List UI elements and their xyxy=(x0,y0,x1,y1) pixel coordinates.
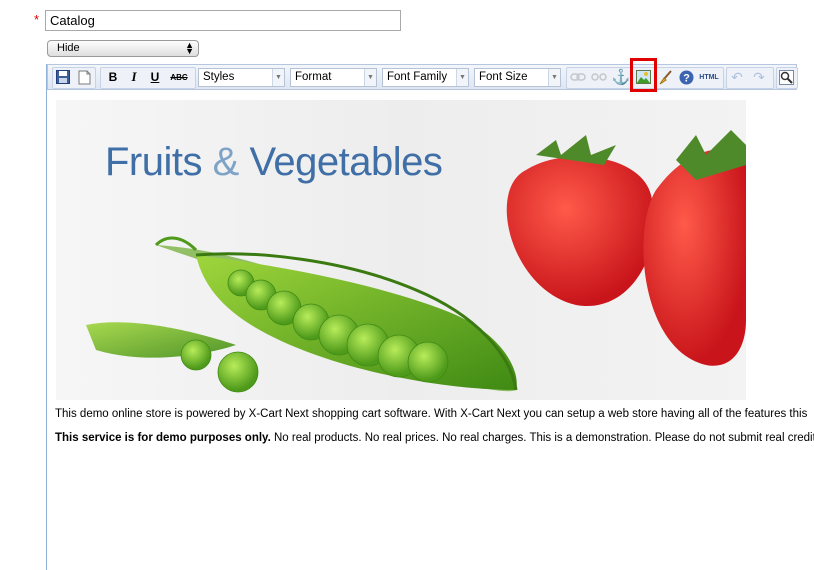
demo-notice-bold: This service is for demo purposes only. xyxy=(55,432,271,444)
new-document-icon xyxy=(78,70,90,84)
anchor-button[interactable]: ⚓ xyxy=(611,68,631,86)
image-icon xyxy=(635,70,651,84)
undo-button[interactable]: ↶ xyxy=(728,68,746,86)
chevron-down-icon: ▼ xyxy=(272,69,284,86)
banner-word-fruits: Fruits xyxy=(105,140,203,184)
required-mark: * xyxy=(34,12,40,27)
content-paragraph: This service is for demo purposes only. … xyxy=(55,432,814,444)
italic-button[interactable]: I xyxy=(125,68,143,86)
font-size-dropdown[interactable]: Font Size ▼ xyxy=(474,68,561,87)
status-select-value: Hide xyxy=(57,42,80,54)
new-document-button[interactable] xyxy=(75,68,93,86)
strikethrough-button[interactable]: ABC xyxy=(168,68,190,86)
title-input[interactable] xyxy=(45,10,401,31)
styles-dropdown-label: Styles xyxy=(203,71,235,83)
demo-notice-text: No real products. No real prices. No rea… xyxy=(270,432,814,444)
cleanup-button[interactable] xyxy=(656,68,674,86)
underline-button[interactable]: U xyxy=(146,68,164,86)
format-dropdown[interactable]: Format ▼ xyxy=(290,68,377,87)
undo-icon: ↶ xyxy=(731,68,743,85)
banner-word-vegetables: Vegetables xyxy=(249,140,443,184)
bold-button[interactable]: B xyxy=(104,68,122,86)
html-source-button[interactable]: HTML xyxy=(698,68,720,86)
font-size-dropdown-label: Font Size xyxy=(479,71,528,83)
link-icon xyxy=(570,73,586,81)
banner-ampersand: & xyxy=(212,140,240,184)
chevron-down-icon: ▼ xyxy=(364,69,376,86)
banner-title: Fruits & Vegetables xyxy=(105,140,443,185)
save-icon xyxy=(56,70,70,84)
content-paragraph: This demo online store is powered by X-C… xyxy=(55,408,808,420)
magnifier-icon xyxy=(778,69,794,85)
save-button[interactable] xyxy=(54,68,72,86)
anchor-icon: ⚓ xyxy=(611,69,631,86)
select-arrows-icon: ▲ ▼ xyxy=(185,40,194,56)
redo-button[interactable]: ↷ xyxy=(750,68,768,86)
banner-image: Fruits & Vegetables xyxy=(56,100,746,400)
font-family-dropdown[interactable]: Font Family ▼ xyxy=(382,68,469,87)
insert-image-button[interactable] xyxy=(634,68,652,86)
redo-icon: ↷ xyxy=(753,68,765,85)
unlink-icon xyxy=(591,73,607,81)
help-button[interactable]: ? xyxy=(677,68,695,86)
link-button[interactable] xyxy=(569,68,587,86)
editor-toolbar: B I U ABC Styles ▼ Format ▼ Font Family … xyxy=(47,58,798,92)
font-family-dropdown-label: Font Family xyxy=(387,71,448,83)
styles-dropdown[interactable]: Styles ▼ xyxy=(198,68,285,87)
chevron-down-icon: ▼ xyxy=(456,69,468,86)
fullscreen-button[interactable] xyxy=(777,68,795,86)
help-icon: ? xyxy=(679,70,693,84)
chevron-down-icon: ▼ xyxy=(548,69,560,86)
status-select[interactable]: Hide ▲ ▼ xyxy=(47,40,199,57)
format-dropdown-label: Format xyxy=(295,71,332,83)
broom-icon xyxy=(659,69,672,84)
rich-text-editor: B I U ABC Styles ▼ Format ▼ Font Family … xyxy=(46,58,814,570)
svg-text:?: ? xyxy=(683,72,690,84)
unlink-button[interactable] xyxy=(590,68,608,86)
